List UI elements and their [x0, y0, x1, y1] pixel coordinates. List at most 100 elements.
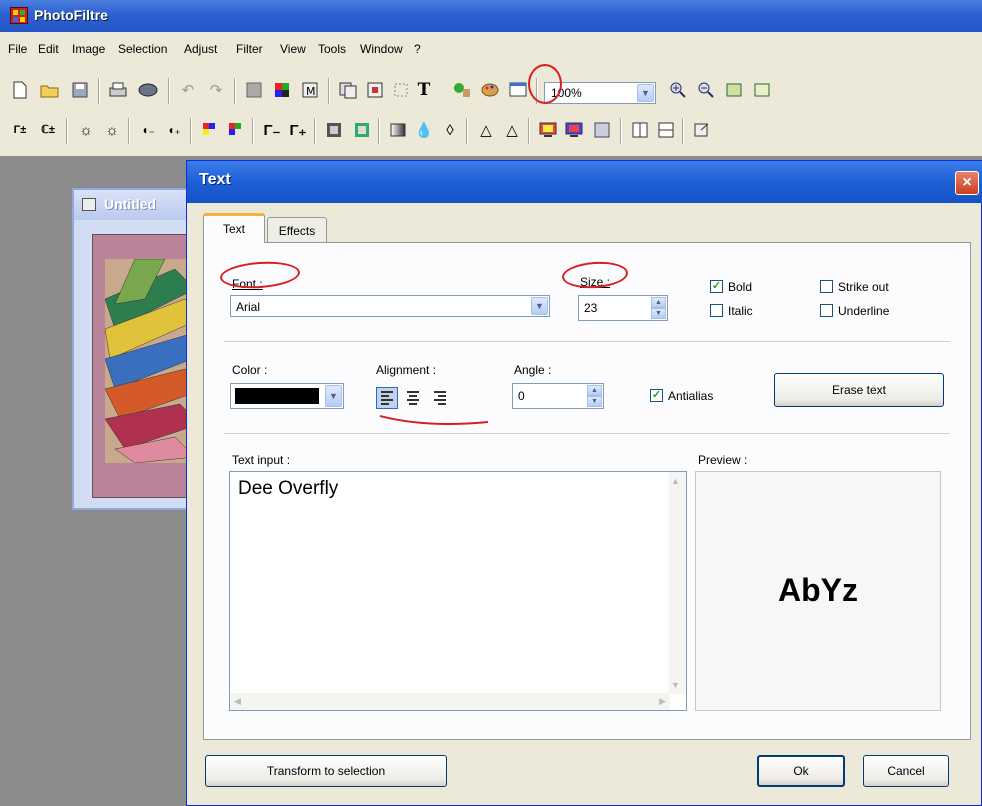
tab-effects[interactable]: Effects: [267, 217, 327, 243]
image-window-title-bar[interactable]: Untitled: [74, 190, 202, 220]
mask-icon[interactable]: M: [298, 78, 322, 102]
annotation-circle-text-tool: [528, 64, 562, 104]
monitor-alt-icon[interactable]: [562, 118, 586, 142]
preview-label: Preview :: [698, 453, 748, 467]
palette-icon[interactable]: [478, 78, 502, 102]
color-dropdown-arrow-icon[interactable]: ▼: [325, 385, 342, 407]
new-icon[interactable]: [8, 78, 32, 102]
save-icon[interactable]: [68, 78, 92, 102]
vertical-scrollbar[interactable]: ▲ ▼: [669, 472, 686, 694]
scroll-down-icon[interactable]: ▼: [671, 680, 680, 690]
ok-button[interactable]: Ok: [757, 755, 845, 787]
undo-icon[interactable]: ↶: [176, 78, 200, 102]
underline-checkbox[interactable]: [820, 304, 833, 317]
gamma-minus-icon[interactable]: Γ₋: [260, 118, 284, 142]
fit-icon[interactable]: [722, 78, 746, 102]
italic-checkbox[interactable]: [710, 304, 723, 317]
scroll-right-icon[interactable]: ▶: [659, 696, 666, 707]
menu-view[interactable]: View: [280, 42, 306, 56]
image-window[interactable]: Untitled: [72, 188, 209, 510]
cancel-button[interactable]: Cancel: [863, 755, 949, 787]
cancel-label: Cancel: [887, 764, 925, 778]
gamma-plus-icon[interactable]: Γ₊: [286, 118, 310, 142]
underline-label: Underline: [838, 304, 890, 318]
color-grid-icon[interactable]: [350, 118, 374, 142]
strikeout-label: Strike out: [838, 280, 889, 294]
drop-icon[interactable]: 💧: [412, 118, 436, 142]
menu-adjust[interactable]: Adjust: [184, 42, 217, 56]
menu-edit[interactable]: Edit: [38, 42, 59, 56]
zoom-in-icon[interactable]: [666, 78, 690, 102]
gradient-icon[interactable]: [386, 118, 410, 142]
menu-selection[interactable]: Selection: [118, 42, 167, 56]
scroll-up-icon[interactable]: ▲: [671, 476, 680, 486]
export-icon[interactable]: [690, 118, 714, 142]
monitor-icon[interactable]: [536, 118, 560, 142]
saturation-minus-icon[interactable]: [198, 118, 222, 142]
zoom-dropdown-arrow-icon[interactable]: ▼: [637, 84, 654, 102]
app-title-bar[interactable]: PhotoFiltre: [0, 0, 982, 32]
angle-value: 0: [518, 389, 525, 403]
color-picker[interactable]: ▼: [230, 383, 344, 409]
font-dropdown-arrow-icon[interactable]: ▼: [531, 297, 548, 315]
menu-tools[interactable]: Tools: [318, 42, 346, 56]
contrast-minus-icon[interactable]: ◖₋: [136, 118, 160, 142]
menu-help[interactable]: ?: [414, 42, 421, 56]
text-icon[interactable]: T: [412, 78, 436, 102]
triangle-icon[interactable]: △: [474, 118, 498, 142]
actual-size-icon[interactable]: [750, 78, 774, 102]
menu-file[interactable]: File: [8, 42, 27, 56]
size-spinner[interactable]: ▲ ▼: [651, 297, 666, 319]
redo-icon[interactable]: ↷: [204, 78, 228, 102]
print-icon[interactable]: [106, 78, 130, 102]
grayscale-icon[interactable]: [322, 118, 346, 142]
window-icon[interactable]: [506, 78, 530, 102]
grey-square-icon[interactable]: [242, 78, 266, 102]
drop-outline-icon[interactable]: ◊: [438, 118, 462, 142]
erase-text-button[interactable]: Erase text: [774, 373, 944, 407]
font-select[interactable]: Arial ▼: [230, 295, 550, 317]
close-button[interactable]: ×: [955, 171, 979, 195]
angle-spinbox[interactable]: 0 ▲ ▼: [512, 383, 604, 409]
spin-down-icon[interactable]: ▼: [651, 308, 666, 319]
menu-image[interactable]: Image: [72, 42, 105, 56]
strikeout-checkbox[interactable]: [820, 280, 833, 293]
menu-bar: File Edit Image Selection Adjust Filter …: [0, 40, 982, 62]
saturation-plus-icon[interactable]: [224, 118, 248, 142]
spin-down-icon[interactable]: ▼: [587, 396, 602, 407]
scroll-left-icon[interactable]: ◀: [234, 696, 241, 707]
open-icon[interactable]: [38, 78, 62, 102]
crop-icon[interactable]: [390, 78, 414, 102]
copy-icon[interactable]: [336, 78, 360, 102]
transform-label: Transform to selection: [266, 764, 386, 778]
color-grid-icon[interactable]: [270, 78, 294, 102]
brightness-minus-icon[interactable]: ☼: [74, 118, 98, 142]
tree-icon[interactable]: [450, 78, 474, 102]
triangle-outline-icon[interactable]: △: [500, 118, 524, 142]
erase-text-label: Erase text: [831, 383, 887, 397]
antialias-checkbox[interactable]: ✓: [650, 389, 663, 402]
brightness-plus-icon[interactable]: ☼: [100, 118, 124, 142]
size-spinbox[interactable]: 23 ▲ ▼: [578, 295, 668, 321]
dialog-title-bar[interactable]: Text ×: [187, 161, 982, 203]
spin-up-icon[interactable]: ▲: [651, 297, 666, 308]
angle-spinner[interactable]: ▲ ▼: [587, 385, 602, 407]
dither-icon[interactable]: [590, 118, 614, 142]
auto-contrast-icon[interactable]: ℂ±: [36, 118, 60, 142]
menu-filter[interactable]: Filter: [236, 42, 263, 56]
frame-icon[interactable]: [654, 118, 678, 142]
book-icon[interactable]: [628, 118, 652, 142]
filter-toolbar: Γ± ℂ± ☼ ☼ ◖₋ ◖₊ Γ₋ Γ₊ 💧 ◊ △ △: [0, 114, 982, 152]
menu-window[interactable]: Window: [360, 42, 403, 56]
scan-icon[interactable]: [136, 78, 160, 102]
zoom-out-icon[interactable]: [694, 78, 718, 102]
horizontal-scrollbar[interactable]: ◀ ▶: [230, 693, 670, 710]
bold-checkbox[interactable]: ✓: [710, 280, 723, 293]
tab-text[interactable]: Text: [203, 213, 265, 243]
auto-levels-icon[interactable]: Γ±: [8, 118, 32, 142]
text-input-area[interactable]: Dee Overfly ▲ ▼ ◀ ▶: [229, 471, 687, 711]
paste-icon[interactable]: [364, 78, 388, 102]
spin-up-icon[interactable]: ▲: [587, 385, 602, 396]
transform-to-selection-button[interactable]: Transform to selection: [205, 755, 447, 787]
contrast-plus-icon[interactable]: ◖₊: [162, 118, 186, 142]
